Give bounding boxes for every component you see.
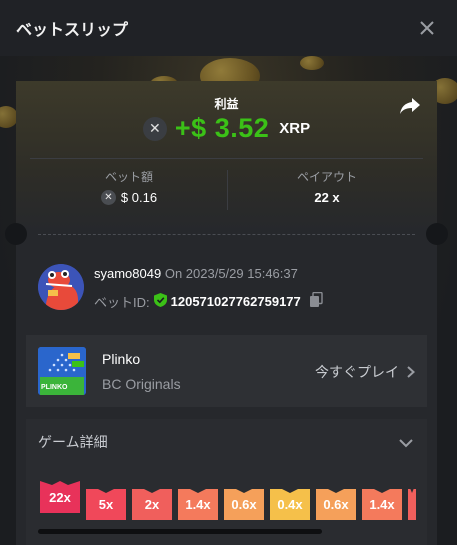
profit-row: ✕ +$ 3.52 XRP [16,113,437,144]
game-details-heading: ゲーム詳細 [38,434,108,450]
profit-label: 利益 [214,97,239,111]
horizontal-scrollbar[interactable] [38,529,322,534]
bet-id-row: ベットID: 120571027762759177 [94,291,323,311]
divider [30,158,423,159]
payout-value: 22 x [314,190,340,205]
payout-label: ペイアウト [296,170,357,184]
xrp-coin-icon: ✕ [100,190,116,205]
dashed-divider [38,234,415,235]
copy-icon[interactable] [309,291,323,311]
coin-decoration [300,56,324,70]
game-details-panel: ゲーム詳細 22x 5x 2x 1.4x 0.6x 0.4x 0.6x 1.4x [26,419,427,545]
multiplier-slot: 22x [40,481,80,513]
bet-id-label: ベットID: [94,295,150,310]
bet-id-value: 120571027762759177 [170,294,301,309]
play-now-link[interactable]: 今すぐプレイ [315,362,415,382]
ticket-notch [5,223,27,245]
xrp-coin-icon: ✕ [142,116,167,141]
payout-value-row: 22 x [227,190,427,205]
bet-amount-stat: ベット額 ✕ $ 0.16 [29,168,229,205]
bet-amount-value-row: ✕ $ 0.16 [29,190,229,205]
bet-amount-label: ベット額 [104,170,153,184]
verified-shield-icon [153,293,167,310]
header: ベットスリップ [0,0,457,56]
share-icon[interactable] [399,97,421,120]
play-now-label: 今すぐプレイ [315,364,399,380]
user-line: syamo8049 On 2023/5/29 15:46:37 [94,266,298,281]
username[interactable]: syamo8049 [94,266,161,281]
profit-currency: XRP [279,120,311,137]
close-icon[interactable] [413,14,441,42]
chevron-right-icon [407,366,415,378]
payout-stat: ペイアウト 22 x [227,168,427,205]
multiplier-slot: 1.4x [362,489,402,520]
multiplier-slot [408,489,416,520]
multiplier-slot: 0.6x [224,489,264,520]
page-title: ベットスリップ [16,20,129,39]
multiplier-slot: 1.4x [178,489,218,520]
user-row: syamo8049 On 2023/5/29 15:46:37 ベットID: 1… [38,264,418,314]
bet-timestamp: On 2023/5/29 15:46:37 [164,266,298,281]
game-thumbnail[interactable]: PLINKO [38,347,86,395]
ticket-notch [426,223,448,245]
multiplier-slot: 2x [132,489,172,520]
game-provider: BC Originals [102,376,181,392]
bet-amount-value: $ 0.16 [120,190,158,205]
multiplier-slot: 5x [86,489,126,520]
result-panel: 利益 ✕ +$ 3.52 XRP ベット額 ✕ $ 0.16 ペイアウト 22 … [16,81,437,233]
game-row[interactable]: PLINKO Plinko BC Originals 今すぐプレイ [26,335,427,407]
multiplier-row: 22x 5x 2x 1.4x 0.6x 0.4x 0.6x 1.4x [40,481,427,531]
chevron-down-icon[interactable] [399,435,413,453]
game-name: Plinko [102,351,141,367]
profit-amount: +$ 3.52 [174,113,270,143]
bet-slip-card: 利益 ✕ +$ 3.52 XRP ベット額 ✕ $ 0.16 ペイアウト 22 … [5,81,448,545]
game-thumbnail-logo: PLINKO [41,384,68,391]
multiplier-slot: 0.4x [270,489,310,520]
multiplier-slot: 0.6x [316,489,356,520]
avatar[interactable] [38,264,84,310]
